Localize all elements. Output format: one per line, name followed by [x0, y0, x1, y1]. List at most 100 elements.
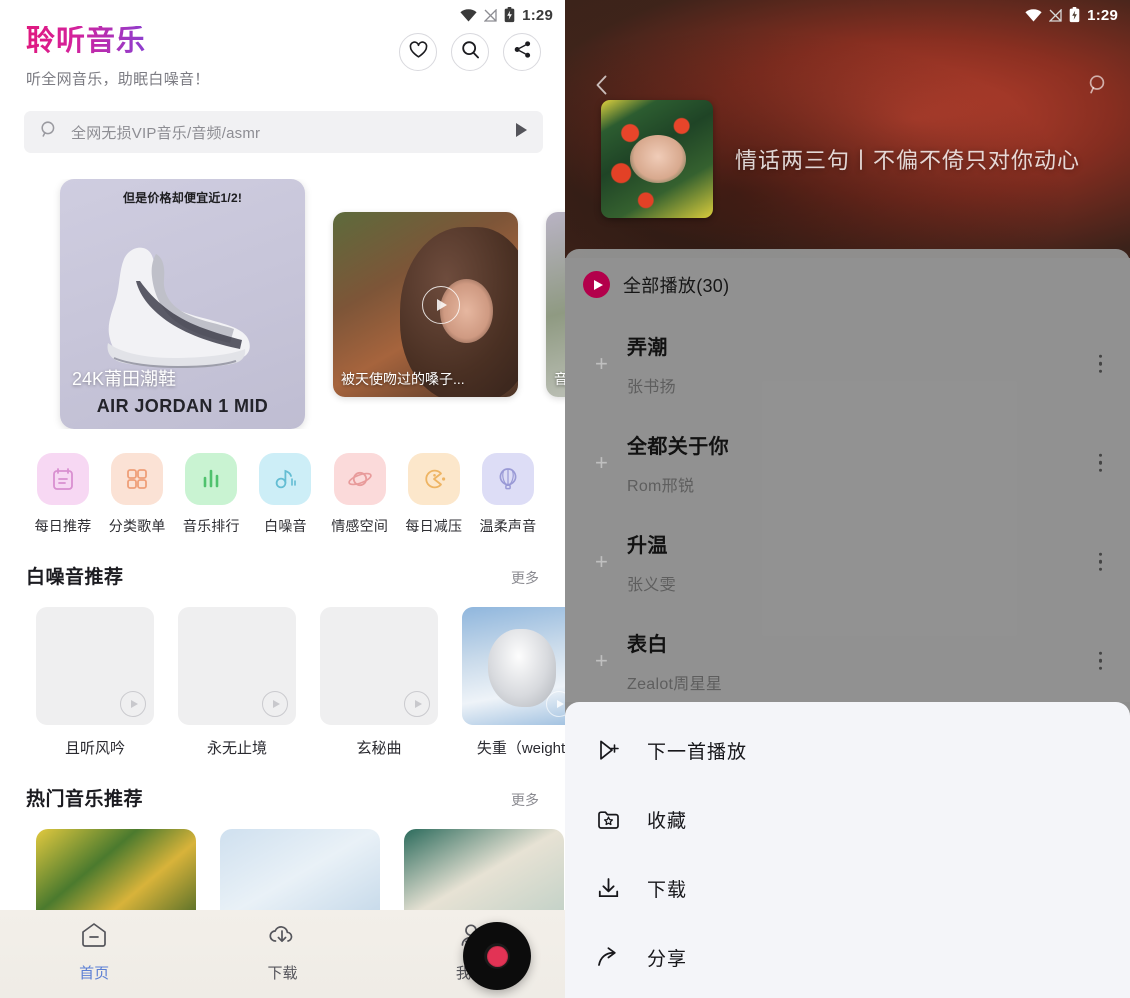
list-item[interactable]: 永无止境: [178, 607, 296, 758]
category-tile: [333, 453, 386, 506]
action-label: 收藏: [647, 811, 688, 832]
play-arrow-icon[interactable]: [514, 122, 529, 143]
bar-chart-icon: [204, 470, 219, 488]
table-row[interactable]: + 表白 Zealot周星星: [565, 611, 1130, 702]
play-circle-icon: [583, 271, 610, 298]
category-tile: [481, 453, 534, 506]
album-cover-artwork[interactable]: [601, 100, 713, 218]
category-tile: [259, 453, 312, 506]
section-header-hot-music: 热门音乐推荐 更多: [0, 758, 565, 811]
more-vertical-icon[interactable]: [1098, 453, 1102, 472]
category-emotion[interactable]: 情感空间: [329, 453, 391, 536]
banner-card-tertiary[interactable]: 音...: [546, 211, 565, 397]
playlist-panel: 全部播放(30) + 弄潮 张书扬 + 全都关于你 Rom邢锐 + 升温 张义雯…: [565, 249, 1130, 702]
battery-charging-icon: [504, 7, 515, 23]
section-more-link[interactable]: 更多: [511, 568, 539, 588]
search-button[interactable]: [451, 33, 489, 71]
table-row[interactable]: + 全都关于你 Rom邢锐: [565, 413, 1130, 512]
table-row[interactable]: + 升温 张义雯: [565, 512, 1130, 611]
plus-icon[interactable]: +: [595, 649, 608, 672]
song-artist: Rom邢锐: [627, 477, 695, 495]
nav-item-home[interactable]: 首页: [0, 922, 188, 983]
list-item[interactable]: 玄秘曲: [320, 607, 438, 758]
section-more-link[interactable]: 更多: [511, 790, 539, 810]
right-status-time: 1:29: [1087, 6, 1118, 24]
banner-title: 24K莆田潮鞋: [72, 369, 177, 390]
share-button[interactable]: [503, 33, 541, 71]
tile-caption: 且听风吟: [64, 740, 125, 758]
category-label: 情感空间: [331, 518, 389, 535]
nav-label: 下载: [267, 965, 298, 982]
more-vertical-icon[interactable]: [1098, 651, 1102, 670]
banner-card-secondary[interactable]: 被天使吻过的嗓子...: [333, 211, 518, 397]
song-title: 表白: [627, 633, 668, 656]
category-tile: [407, 453, 460, 506]
nav-item-download[interactable]: 下载: [188, 922, 376, 983]
play-icon[interactable]: [421, 285, 460, 324]
more-vertical-icon[interactable]: [1098, 354, 1102, 373]
play-all-button[interactable]: 全部播放(30): [565, 249, 1130, 298]
grid-icon: [127, 469, 148, 490]
category-label: 每日推荐: [34, 518, 92, 535]
action-label: 下载: [647, 880, 688, 901]
play-icon[interactable]: [120, 691, 146, 718]
category-daily-recommend[interactable]: 每日推荐: [32, 453, 94, 536]
page-title: 聆听音乐: [26, 25, 147, 57]
category-destress[interactable]: 每日减压: [403, 453, 465, 536]
plus-icon[interactable]: +: [595, 550, 608, 573]
plus-icon[interactable]: +: [595, 451, 608, 474]
action-favorite[interactable]: 收藏: [565, 785, 1130, 854]
list-item[interactable]: 且听风吟: [36, 607, 154, 758]
section-title: 白噪音推荐: [26, 567, 124, 589]
category-chart[interactable]: 音乐排行: [180, 453, 242, 536]
play-icon[interactable]: [404, 691, 430, 718]
search-input[interactable]: 全网无损VIP音乐/音频/asmr: [24, 111, 543, 154]
action-label: 下一首播放: [647, 742, 748, 763]
wifi-icon: [1025, 8, 1042, 22]
vinyl-record-icon[interactable]: [463, 922, 531, 990]
song-artist: 张书扬: [627, 378, 676, 396]
category-playlists[interactable]: 分类歌单: [106, 453, 168, 536]
plus-icon[interactable]: +: [595, 352, 608, 375]
chevron-left-icon[interactable]: [591, 73, 613, 102]
category-label: 分类歌单: [108, 518, 166, 535]
action-download[interactable]: 下载: [565, 854, 1130, 923]
song-title: 升温: [627, 534, 668, 557]
left-phone-screen: 1:29 聆听音乐 听全网音乐，助眠白噪音！ 全网无损VIP音乐/音频/asmr…: [0, 0, 565, 998]
action-share[interactable]: 分享: [565, 923, 1130, 992]
screenshot-root: 1:29 聆听音乐 听全网音乐，助眠白噪音！ 全网无损VIP音乐/音频/asmr…: [0, 0, 1130, 998]
action-play-next[interactable]: 下一首播放: [565, 716, 1130, 785]
signal-off-icon: [1049, 8, 1062, 22]
calendar-note-icon: [53, 468, 73, 491]
category-white-noise[interactable]: 白噪音: [254, 453, 316, 536]
search-icon: [40, 120, 59, 144]
signal-off-icon: [484, 8, 497, 22]
section-title: 热门音乐推荐: [26, 789, 144, 811]
list-item[interactable]: 失重（weight: [462, 607, 565, 758]
category-gentle-voice[interactable]: 温柔声音: [477, 453, 539, 536]
song-artist: 张义雯: [627, 576, 676, 594]
table-row[interactable]: + 弄潮 张书扬: [565, 314, 1130, 413]
pacman-icon: [425, 470, 445, 489]
more-vertical-icon[interactable]: [1098, 552, 1102, 571]
tile-artwork: [320, 607, 438, 726]
song-title: 弄潮: [627, 336, 668, 359]
wifi-icon: [460, 8, 477, 22]
app-tagline: 听全网音乐，助眠白噪音！: [26, 71, 210, 89]
album-header: 情话两三句丨不偏不倚只对你动心: [601, 100, 1080, 218]
play-icon[interactable]: [262, 691, 288, 718]
white-noise-list[interactable]: 且听风吟 永无止境 玄秘曲 失重（weight: [0, 589, 565, 758]
home-icon: [80, 922, 108, 953]
left-status-bar: 1:29: [0, 0, 565, 30]
cover-figure: [630, 135, 687, 183]
sneaker-illustration: [107, 248, 250, 369]
banner-card-primary[interactable]: 但是价格却便宜近1/2! 24K莆田潮鞋 AIR JORDAN 1 MID: [60, 179, 305, 430]
search-placeholder: 全网无损VIP音乐/音频/asmr: [71, 124, 261, 142]
tile-artwork: [178, 607, 296, 726]
favorites-button[interactable]: [399, 33, 437, 71]
banner-carousel[interactable]: 但是价格却便宜近1/2! 24K莆田潮鞋 AIR JORDAN 1 MID 被天…: [0, 179, 565, 430]
category-label: 每日减压: [405, 518, 463, 535]
banner-subtitle: AIR JORDAN 1 MID: [96, 396, 269, 417]
play-next-icon: [595, 738, 621, 763]
search-icon[interactable]: [1085, 73, 1108, 101]
